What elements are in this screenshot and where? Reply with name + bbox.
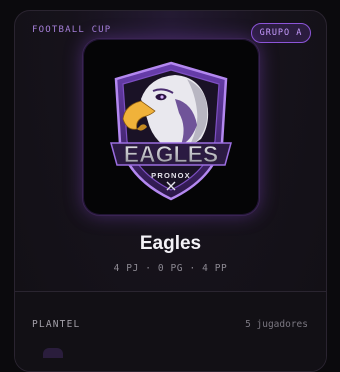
player-avatar[interactable] [43, 348, 63, 358]
team-stats: 4 PJ · 0 PG · 4 PP [113, 263, 228, 274]
eagle-crest-icon: EAGLES PRONOX [110, 61, 232, 201]
team-name: Eagles [139, 233, 202, 254]
roster-count: 5 jugadores [245, 319, 308, 330]
logo-subtext: PRONOX [151, 171, 191, 180]
group-badge[interactable]: GRUPO A [251, 23, 311, 43]
league-label: FOOTBALL CUP [32, 25, 112, 35]
app-screen: FOOTBALL CUP GRUPO A EAGLES PRONOX Eagle… [0, 0, 340, 372]
roster-title: PLANTEL [32, 319, 81, 330]
team-card: FOOTBALL CUP GRUPO A EAGLES PRONOX Eagle… [14, 10, 327, 372]
team-logo: EAGLES PRONOX [82, 38, 260, 216]
roster-section: PLANTEL 5 jugadores [15, 291, 326, 371]
logo-text: EAGLES [124, 141, 219, 167]
